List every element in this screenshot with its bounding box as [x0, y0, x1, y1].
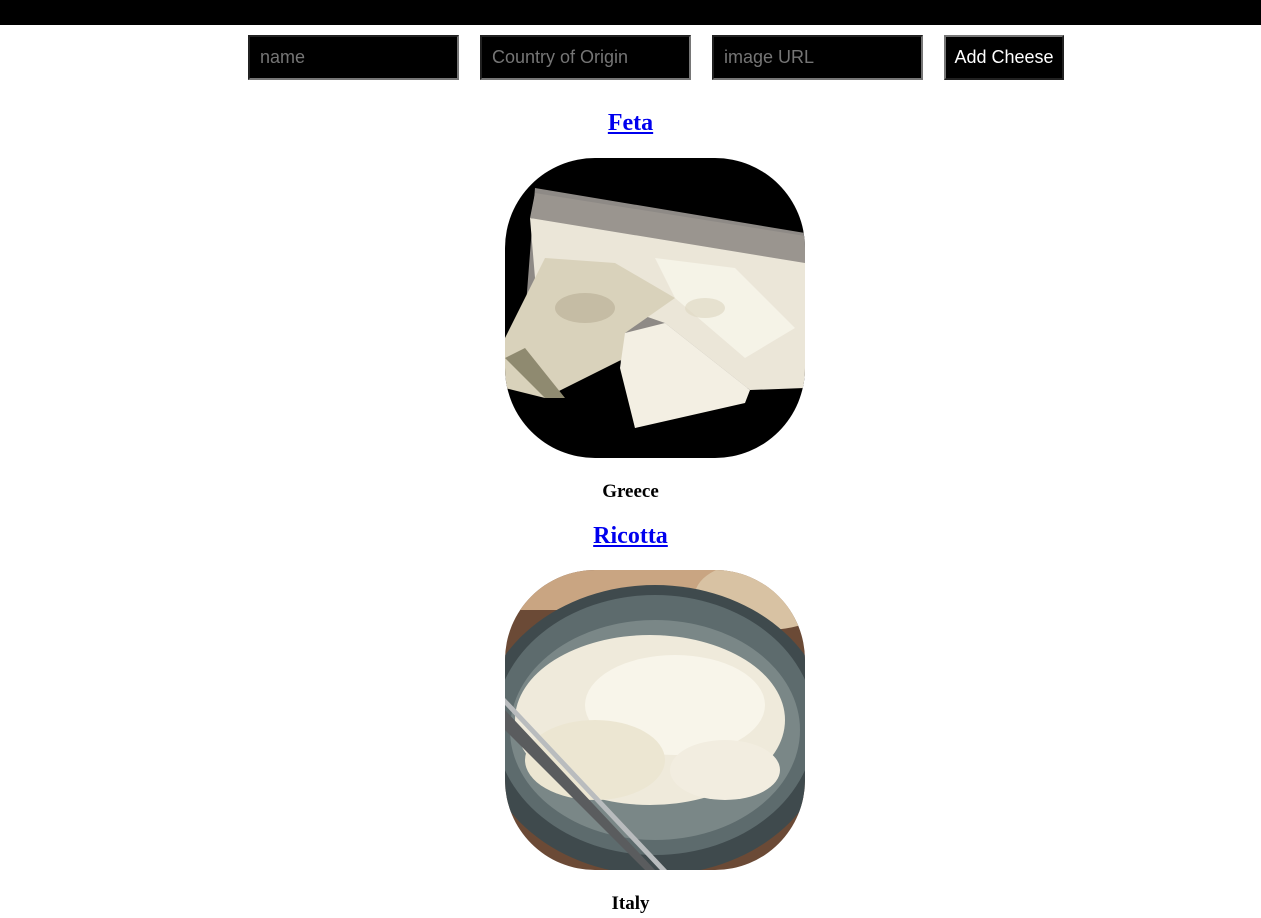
- country-input[interactable]: [480, 35, 691, 80]
- cheese-origin-ricotta: Italy: [0, 892, 1261, 916]
- cheese-link-feta[interactable]: Feta: [608, 110, 653, 136]
- cheese-country: Italy: [611, 893, 650, 914]
- ricotta-photo: [505, 570, 805, 870]
- cheese-card-feta: Feta: [0, 108, 1261, 138]
- cheese-title: Feta: [0, 108, 1261, 138]
- cheese-image-ricotta: [505, 570, 805, 870]
- name-input[interactable]: [248, 35, 459, 80]
- cheese-title: Ricotta: [0, 521, 1261, 551]
- feta-photo: [505, 158, 805, 458]
- cheese-image-feta: [505, 158, 805, 458]
- cheese-card-ricotta: Ricotta: [0, 521, 1261, 551]
- add-cheese-button[interactable]: Add Cheese: [944, 35, 1064, 80]
- cheese-country: Greece: [602, 481, 659, 502]
- top-nav-bar: [0, 0, 1261, 25]
- image-url-input[interactable]: [712, 35, 923, 80]
- add-cheese-form: Add Cheese: [248, 35, 1064, 80]
- cheese-link-ricotta[interactable]: Ricotta: [593, 523, 668, 549]
- cheese-origin-feta: Greece: [0, 480, 1261, 504]
